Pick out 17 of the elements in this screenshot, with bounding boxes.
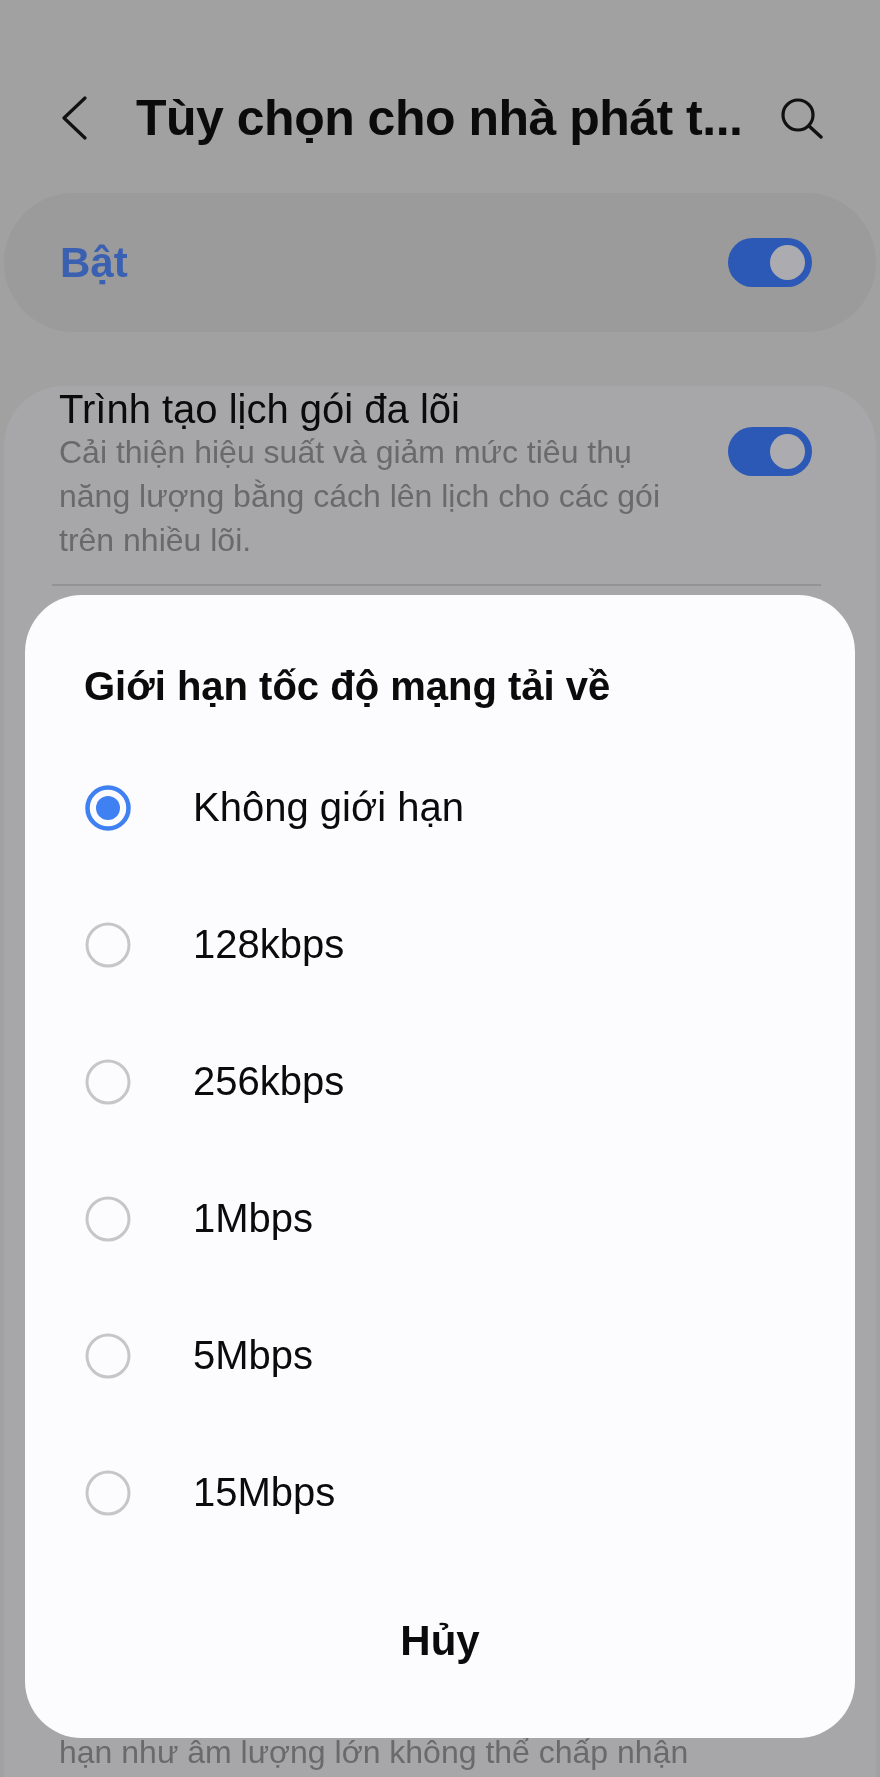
radio-option[interactable]: 1Mbps xyxy=(25,1150,855,1287)
page-title: Tùy chọn cho nhà phát t... xyxy=(136,89,743,147)
toggle-switch[interactable] xyxy=(728,238,812,287)
setting-title: Trình tạo lịch gói đa lõi xyxy=(59,388,460,430)
radio-option[interactable]: 128kbps xyxy=(25,876,855,1013)
radio-option[interactable]: 5Mbps xyxy=(25,1287,855,1424)
dialog-title: Giới hạn tốc độ mạng tải về xyxy=(84,663,611,709)
setting-description: Cải thiện hiệu suất và giảm mức tiêu thụ năng lượng bằng cách lên lịch cho các gói trên nhiều lõi. xyxy=(59,433,661,560)
master-switch-label: Bật xyxy=(60,238,128,287)
radio-option[interactable]: 256kbps xyxy=(25,1013,855,1150)
back-icon[interactable] xyxy=(60,96,88,140)
setting-description: hạn như âm lượng lớn không thể chấp nhận xyxy=(59,1733,689,1772)
radio-option[interactable]: Không giới hạn xyxy=(25,739,855,876)
cancel-button[interactable]: Hủy xyxy=(340,1591,540,1691)
toggle-switch[interactable] xyxy=(728,427,812,476)
radio-option[interactable]: 15Mbps xyxy=(25,1424,855,1561)
search-icon[interactable] xyxy=(780,97,824,139)
